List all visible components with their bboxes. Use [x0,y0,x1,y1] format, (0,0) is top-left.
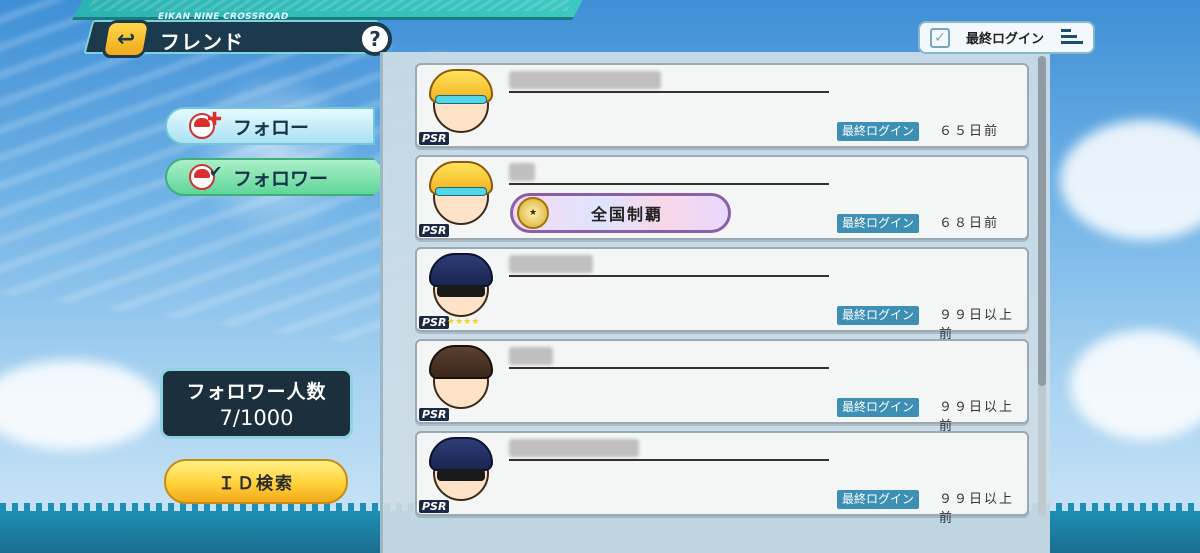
background-glow [190,70,360,240]
follower-count-value: 7/1000 [219,406,294,430]
last-login-value: ６５日前 [939,124,1000,139]
star-rating-icon: ★★★★ [447,317,480,327]
friend-row[interactable]: PSR 最終ログイン ９９日以上前 [415,431,1029,526]
player-name-redacted [509,71,661,89]
player-avatar: PSR [419,343,497,421]
avatar-goggles [435,187,487,196]
rank-badge: PSR [419,224,450,237]
friend-row[interactable]: PSR 最終ログイン ９９日以上前 [415,339,1029,434]
tab-follow-label: フォロー [233,116,310,139]
name-underline [509,459,829,461]
checkbox-icon: ✓ [930,27,950,48]
player-avatar: PSR ★★★★ [419,251,497,329]
name-underline [509,367,829,369]
name-underline [509,183,829,185]
player-name-redacted [509,163,535,181]
last-login-label: 最終ログイン [837,214,920,233]
last-login-label: 最終ログイン [837,490,920,509]
last-login-label: 最終ログイン [837,306,920,325]
player-name-redacted [509,255,593,273]
last-login-label: 最終ログイン [837,398,920,417]
tab-follow[interactable]: ✚ フォロー [165,107,375,145]
avatar-goggles [435,95,487,104]
avatar-mask [437,285,485,297]
background-cloud [0,360,160,450]
back-arrow-icon: ↩ [116,26,136,52]
rank-badge: PSR [419,316,450,329]
follower-count-label: フォロワー人数 [186,381,327,403]
header-subtitle: EIKAN NINE CROSSROAD [158,12,289,22]
last-login-label: 最終ログイン [837,122,920,141]
friend-row[interactable]: PSR ★ 全国制覇 最終ログイン ６８日前 [415,155,1029,240]
avatar-cap [429,437,493,471]
tab-follower[interactable]: ✔ フォロワー [165,158,391,196]
title-badge-label: 全国制覇 [591,205,664,224]
background-cloud [1070,330,1200,440]
player-avatar: PSR [419,435,497,513]
plus-icon: ✚ [207,109,223,130]
rank-badge: PSR [419,408,450,421]
name-underline [509,275,829,277]
page-title: フレンド [160,30,244,54]
back-button[interactable]: ↩ [100,20,152,58]
last-login-value: ９９日以上前 [939,492,1015,526]
friend-row[interactable]: PSR 最終ログイン ６５日前 [415,63,1029,148]
rank-badge: PSR [419,132,450,145]
title-badge: ★ 全国制覇 [510,193,731,233]
player-name-redacted [509,347,553,365]
player-avatar: PSR [419,67,497,145]
avatar-mask [437,469,485,481]
name-underline [509,91,829,93]
check-icon: ✔ [209,162,223,181]
medal-icon: ★ [517,197,549,229]
last-login-value: ６８日前 [939,216,1000,231]
avatar-cap [429,253,493,287]
rank-badge: PSR [419,500,450,513]
scrollbar-thumb[interactable] [1038,56,1046,386]
help-button[interactable]: ? [358,22,392,56]
player-name-redacted [509,439,639,457]
player-avatar: PSR [419,159,497,237]
avatar-cap [429,345,493,379]
sort-order-icon [1061,29,1083,47]
id-search-button[interactable]: ＩＤ検索 [164,459,348,504]
tab-follower-label: フォロワー [233,167,329,190]
sort-button[interactable]: ✓ 最終ログイン [918,21,1095,54]
follower-count-box: フォロワー人数 7/1000 [160,368,353,439]
friend-row[interactable]: PSR ★★★★ 最終ログイン ９９日以上前 [415,247,1029,342]
page-header: EIKAN NINE CROSSROAD フレンド ↩ ? [83,12,392,58]
sort-label: 最終ログイン [966,32,1045,47]
background-cloud [1060,120,1200,240]
